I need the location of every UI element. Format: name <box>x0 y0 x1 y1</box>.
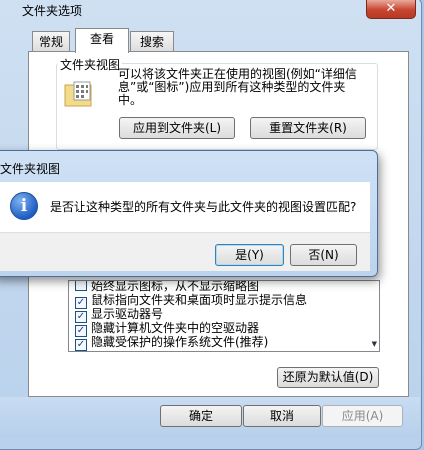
advanced-settings-list[interactable]: 始终显示图标，从不显示缩略图 ✓ 鼠标指向文件夹和桌面项时显示提示信息 ✓ 显示驱动… <box>68 280 380 352</box>
info-icon: i <box>10 192 38 220</box>
description-line: 息”或“图标”)应用到所有这种类型的文件夹 <box>118 80 346 94</box>
folder-views-label: 文件夹视图 <box>58 56 123 73</box>
apply-to-folders-button[interactable]: 应用到文件夹(L) <box>119 117 235 139</box>
close-button[interactable]: ✕ <box>366 0 416 19</box>
list-item-label: 隐藏计算机文件夹中的空驱动器 <box>91 321 260 335</box>
folder-view-icon <box>64 81 92 107</box>
list-item-label: 隐藏受保护的操作系统文件(推荐) <box>91 335 269 349</box>
window-title: 文件夹选项 <box>22 4 83 18</box>
list-item[interactable]: ✓ 隐藏受保护的操作系统文件(推荐) <box>75 335 269 351</box>
no-button[interactable]: 否(N) <box>290 244 357 266</box>
reset-folders-button[interactable]: 重置文件夹(R) <box>250 117 366 139</box>
tab-search[interactable]: 搜索 <box>130 31 174 52</box>
scroll-down-icon[interactable]: ▼ <box>372 340 377 348</box>
ok-button[interactable]: 确定 <box>160 405 242 427</box>
dialog-title: 文件夹视图 <box>0 162 61 176</box>
checkbox[interactable] <box>75 281 87 291</box>
list-item-label: 显示驱动器号 <box>91 307 164 321</box>
checkbox[interactable]: ✓ <box>75 339 87 351</box>
cancel-button[interactable]: 取消 <box>243 405 321 427</box>
tab-general[interactable]: 常规 <box>32 31 70 52</box>
yes-button[interactable]: 是(Y) <box>215 244 284 266</box>
tab-view[interactable]: 查看 <box>75 28 129 53</box>
close-icon: ✕ <box>385 1 397 16</box>
folder-views-description: 可以将该文件夹正在使用的视图(例如“详细信 息”或“图标”)应用到所有这种类型的… <box>118 68 376 107</box>
apply-button[interactable]: 应用(A) <box>322 405 403 427</box>
list-item[interactable]: ✓ 鼠标指向文件夹和桌面项时显示提示信息 <box>75 293 308 309</box>
list-item[interactable]: ✓ 隐藏计算机文件夹中的空驱动器 <box>75 321 260 337</box>
dialog-message: 是否让这种类型的所有文件夹与此文件夹的视图设置匹配? <box>50 200 357 214</box>
list-item[interactable]: ✓ 显示驱动器号 <box>75 307 164 323</box>
list-item-label: 始终显示图标，从不显示缩略图 <box>91 280 260 293</box>
description-line: 中。 <box>118 93 143 107</box>
restore-defaults-button[interactable]: 还原为默认值(D) <box>277 367 379 388</box>
list-item[interactable]: 始终显示图标，从不显示缩略图 <box>75 280 260 293</box>
list-item-label: 鼠标指向文件夹和桌面项时显示提示信息 <box>91 293 308 307</box>
